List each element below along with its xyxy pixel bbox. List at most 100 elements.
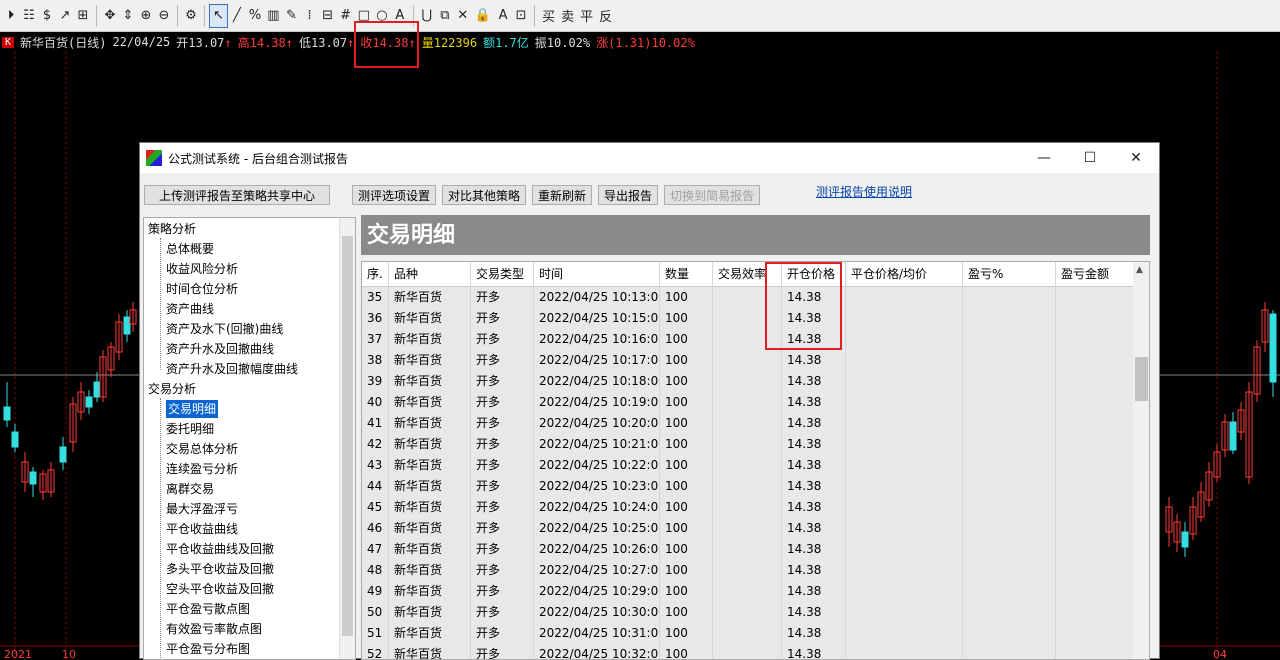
column-header[interactable]: 平仓价格/均价 bbox=[846, 262, 963, 287]
bar-icon[interactable]: ▥ bbox=[264, 4, 282, 28]
buy-button[interactable]: 买 bbox=[539, 4, 558, 28]
color-icon[interactable]: A bbox=[494, 4, 512, 28]
tree-item[interactable]: 平仓收益曲线 bbox=[166, 520, 238, 538]
tree-item[interactable]: 资产升水及回撤幅度曲线 bbox=[166, 360, 298, 378]
table-row[interactable]: 41 新华百货 开多 2022/04/25 10:20:00 100 14.38 bbox=[362, 413, 1135, 434]
tree-scrollbar[interactable] bbox=[339, 218, 355, 659]
table-scrollbar[interactable]: ▲ bbox=[1133, 262, 1149, 659]
settings-icon[interactable]: ⚙ bbox=[182, 4, 200, 28]
minimize-button[interactable]: — bbox=[1021, 143, 1067, 173]
tree-item[interactable]: 收益风险分析 bbox=[166, 260, 238, 278]
copy-icon[interactable]: ⧉ bbox=[436, 4, 454, 28]
dialog-titlebar[interactable]: 公式测试系统 - 后台组合测试报告 — ☐ ✕ bbox=[140, 143, 1159, 173]
table-row[interactable]: 48 新华百货 开多 2022/04/25 10:27:00 100 14.38 bbox=[362, 560, 1135, 581]
column-header[interactable]: 盈亏% bbox=[963, 262, 1056, 287]
tree-item[interactable]: 平仓盈亏分布图 bbox=[166, 640, 250, 658]
table-row[interactable]: 52 新华百货 开多 2022/04/25 10:32:00 100 14.38 bbox=[362, 644, 1135, 659]
table-row[interactable]: 51 新华百货 开多 2022/04/25 10:31:00 100 14.38 bbox=[362, 623, 1135, 644]
trend-icon[interactable]: ↗ bbox=[56, 4, 74, 28]
tree-item[interactable]: 资产曲线 bbox=[166, 300, 214, 318]
table-row[interactable]: 42 新华百货 开多 2022/04/25 10:21:00 100 14.38 bbox=[362, 434, 1135, 455]
table-cell: 开多 bbox=[471, 644, 534, 659]
kline-badge[interactable]: K bbox=[2, 36, 15, 48]
move-icon[interactable]: ✥ bbox=[101, 4, 119, 28]
column-header[interactable]: 品种 bbox=[389, 262, 471, 287]
table-scroll-thumb[interactable] bbox=[1135, 357, 1148, 401]
table-row[interactable]: 49 新华百货 开多 2022/04/25 10:29:00 100 14.38 bbox=[362, 581, 1135, 602]
export-report-button[interactable]: 导出报告 bbox=[598, 185, 659, 205]
table-row[interactable]: 36 新华百货 开多 2022/04/25 10:15:00 100 14.38 bbox=[362, 308, 1135, 329]
table-row[interactable]: 45 新华百货 开多 2022/04/25 10:24:00 100 14.38 bbox=[362, 497, 1135, 518]
help-link[interactable]: 测评报告使用说明 bbox=[816, 183, 912, 200]
lock-icon[interactable]: 🔒 bbox=[472, 4, 494, 28]
tree-item[interactable]: 有效盈亏率散点图 bbox=[166, 620, 262, 638]
tree-item[interactable]: 离群交易 bbox=[166, 480, 214, 498]
table-row[interactable]: 38 新华百货 开多 2022/04/25 10:17:00 100 14.38 bbox=[362, 350, 1135, 371]
percent-icon[interactable]: % bbox=[246, 4, 264, 28]
tree-item[interactable]: 交易明细 bbox=[166, 400, 219, 418]
column-header[interactable]: 时间 bbox=[534, 262, 660, 287]
table-row[interactable]: 50 新华百货 开多 2022/04/25 10:30:00 100 14.38 bbox=[362, 602, 1135, 623]
test-options-button[interactable]: 测评选项设置 bbox=[352, 185, 437, 205]
table-row[interactable]: 46 新华百货 开多 2022/04/25 10:25:00 100 14.38 bbox=[362, 518, 1135, 539]
vertical-icon[interactable]: ⇕ bbox=[119, 4, 137, 28]
table-row[interactable]: 47 新华百货 开多 2022/04/25 10:26:00 100 14.38 bbox=[362, 539, 1135, 560]
tree-item[interactable]: 连续盈亏分析 bbox=[166, 460, 238, 478]
table-row[interactable]: 39 新华百货 开多 2022/04/25 10:18:00 100 14.38 bbox=[362, 371, 1135, 392]
report-icon[interactable]: ☷ bbox=[20, 4, 38, 28]
cursor-icon[interactable]: ↖ bbox=[209, 3, 228, 28]
scroll-up-icon[interactable]: ▲ bbox=[1136, 265, 1143, 275]
hash-icon[interactable]: # bbox=[337, 4, 355, 28]
tree-item[interactable]: 总体概要 bbox=[166, 240, 214, 258]
table-cell bbox=[1056, 581, 1135, 602]
table-row[interactable]: 43 新华百货 开多 2022/04/25 10:22:00 100 14.38 bbox=[362, 455, 1135, 476]
tree-item[interactable]: 最大浮盈浮亏 bbox=[166, 500, 238, 518]
save-icon[interactable]: ⊡ bbox=[512, 4, 530, 28]
tree-item[interactable]: 时间仓位分析 bbox=[166, 280, 238, 298]
upload-report-button[interactable]: 上传测评报告至策略共享中心 bbox=[144, 185, 330, 205]
tree-item[interactable]: 资产升水及回撤曲线 bbox=[166, 340, 274, 358]
column-header[interactable]: 交易类型 bbox=[471, 262, 534, 287]
zoom-out-icon[interactable]: ⊖ bbox=[155, 4, 173, 28]
refresh-button[interactable]: 重新刷新 bbox=[532, 185, 593, 205]
close-position-button[interactable]: 平 bbox=[577, 4, 596, 28]
table-cell: 开多 bbox=[471, 539, 534, 560]
maximize-button[interactable]: ☐ bbox=[1067, 143, 1113, 173]
dots-icon[interactable]: ⁞ bbox=[301, 4, 319, 28]
tree-item[interactable]: 平仓盈亏散点图 bbox=[166, 600, 250, 618]
magnet-icon[interactable]: ⋃ bbox=[418, 4, 436, 28]
line-icon[interactable]: ╱ bbox=[228, 4, 246, 28]
table-row[interactable]: 44 新华百货 开多 2022/04/25 10:23:00 100 14.38 bbox=[362, 476, 1135, 497]
table-cell bbox=[713, 392, 782, 413]
table-cell bbox=[846, 539, 963, 560]
dollar-icon[interactable]: $ bbox=[38, 4, 56, 28]
tree-group[interactable]: 策略分析 bbox=[148, 220, 196, 238]
tree-item[interactable]: 委托明细 bbox=[166, 420, 214, 438]
tree-item[interactable]: 资产及水下(回撤)曲线 bbox=[166, 320, 283, 338]
tree-group[interactable]: 交易分析 bbox=[148, 380, 196, 398]
tree-item[interactable]: 平仓收益曲线及回撤 bbox=[166, 540, 274, 558]
zoom-in-icon[interactable]: ⊕ bbox=[137, 4, 155, 28]
table-cell bbox=[963, 329, 1056, 350]
close-button[interactable]: ✕ bbox=[1113, 143, 1159, 173]
table-row[interactable]: 35 新华百货 开多 2022/04/25 10:13:00 100 14.38 bbox=[362, 287, 1135, 308]
tree-item[interactable]: 空头平仓收益及回撤 bbox=[166, 580, 274, 598]
table-cell: 2022/04/25 10:22:00 bbox=[534, 455, 660, 476]
grid-icon[interactable]: ⊞ bbox=[74, 4, 92, 28]
pen-icon[interactable]: ✎ bbox=[283, 4, 301, 28]
tree-item[interactable]: 交易总体分析 bbox=[166, 440, 238, 458]
sell-button[interactable]: 卖 bbox=[558, 4, 577, 28]
reverse-button[interactable]: 反 bbox=[596, 4, 615, 28]
column-header[interactable]: 数量 bbox=[660, 262, 713, 287]
compare-strategy-button[interactable]: 对比其他策略 bbox=[442, 185, 527, 205]
table-cell: 开多 bbox=[471, 581, 534, 602]
delete-icon[interactable]: ✕ bbox=[454, 4, 472, 28]
table-row[interactable]: 40 新华百货 开多 2022/04/25 10:19:00 100 14.38 bbox=[362, 392, 1135, 413]
column-header[interactable]: 序. bbox=[362, 262, 389, 287]
channel-icon[interactable]: ⊟ bbox=[319, 4, 337, 28]
column-header[interactable]: 盈亏金额 bbox=[1056, 262, 1135, 287]
tree-item[interactable]: 多头平仓收益及回撤 bbox=[166, 560, 274, 578]
tree-scroll-thumb[interactable] bbox=[342, 236, 353, 636]
play-icon[interactable]: ⏵ bbox=[2, 4, 20, 28]
table-row[interactable]: 37 新华百货 开多 2022/04/25 10:16:00 100 14.38 bbox=[362, 329, 1135, 350]
